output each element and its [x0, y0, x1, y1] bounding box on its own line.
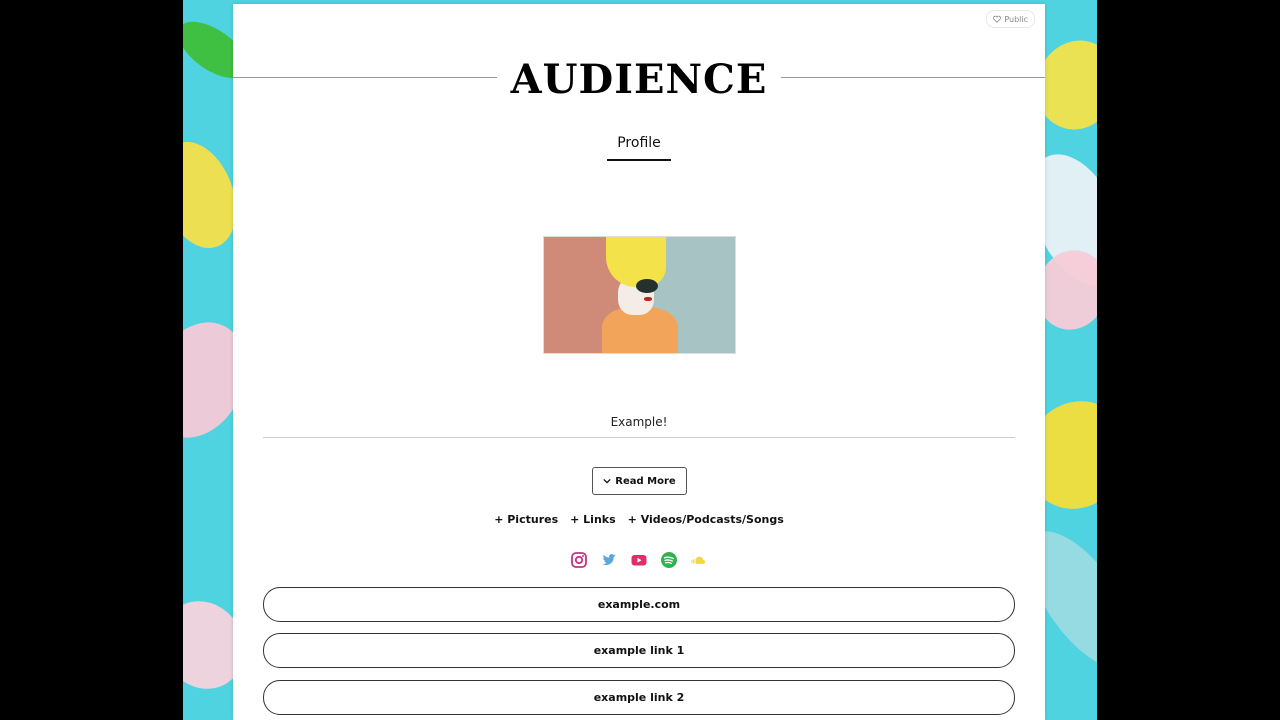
bio-text: Example!	[610, 415, 668, 429]
section-links-item[interactable]: + Links	[570, 513, 616, 526]
public-badge-label: Public	[1004, 14, 1028, 24]
youtube-icon[interactable]	[630, 551, 648, 569]
divider	[263, 437, 1015, 438]
twitter-icon[interactable]	[600, 551, 618, 569]
spotify-icon[interactable]	[660, 551, 678, 569]
chevron-down-icon	[603, 478, 611, 484]
tab-profile[interactable]: Profile	[607, 135, 671, 161]
read-more-button[interactable]: Read More	[592, 467, 687, 495]
public-badge[interactable]: Public	[986, 10, 1035, 28]
header: AUDIENCE	[233, 56, 1045, 106]
section-videos[interactable]: + Videos/Podcasts/Songs	[628, 513, 784, 526]
link-button-example-link-1[interactable]: example link 1	[263, 633, 1015, 668]
section-pictures[interactable]: + Pictures	[494, 513, 558, 526]
soundcloud-icon[interactable]	[690, 551, 708, 569]
profile-card: Public AUDIENCE Profile Example! Read Mo…	[233, 4, 1045, 720]
instagram-icon[interactable]	[570, 551, 588, 569]
page-title: AUDIENCE	[510, 56, 768, 103]
section-links: + Pictures + Links + Videos/Podcasts/Son…	[233, 513, 1045, 526]
social-icons	[233, 551, 1045, 569]
link-button-example-com[interactable]: example.com	[263, 587, 1015, 622]
read-more-label: Read More	[615, 475, 676, 487]
heart-icon	[993, 15, 1002, 23]
title-divider-right	[781, 77, 1045, 78]
link-button-example-link-2[interactable]: example link 2	[263, 680, 1015, 715]
profile-image	[543, 236, 736, 354]
